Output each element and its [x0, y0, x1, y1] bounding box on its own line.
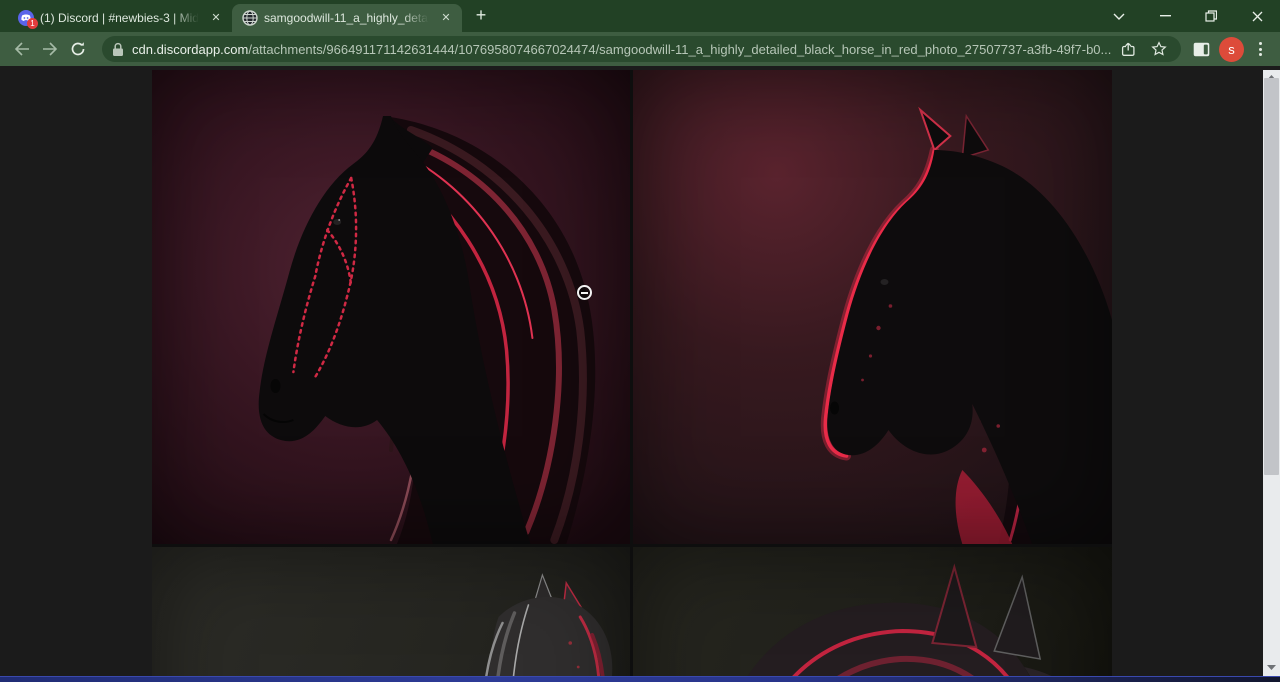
forward-button[interactable] [36, 35, 64, 63]
reload-button[interactable] [64, 35, 92, 63]
back-button[interactable] [8, 35, 36, 63]
new-tab-button[interactable]: + [468, 3, 494, 29]
browser-toolbar: cdn.discordapp.com/attachments/966491171… [0, 32, 1280, 66]
vertical-scrollbar[interactable] [1263, 70, 1280, 676]
side-panel-icon[interactable] [1187, 35, 1215, 63]
minimize-button[interactable] [1142, 0, 1188, 32]
horse-panel-bottom-right [633, 547, 1112, 676]
browser-window: 1 (1) Discord | #newbies-3 | Midjou ✕ sa… [0, 0, 1280, 682]
scroll-down-button[interactable] [1263, 660, 1280, 674]
horse-panel-top-left [152, 70, 630, 544]
scrollbar-thumb[interactable] [1264, 78, 1279, 475]
zoom-out-cursor-icon [577, 285, 592, 300]
address-bar[interactable]: cdn.discordapp.com/attachments/966491171… [102, 36, 1181, 62]
taskbar-sliver [0, 676, 1280, 682]
close-window-button[interactable] [1234, 0, 1280, 32]
tab-close-icon[interactable]: ✕ [438, 10, 454, 26]
tab-image[interactable]: samgoodwill-11_a_highly_detaile ✕ [232, 4, 462, 32]
horse-panel-top-right [633, 70, 1112, 544]
notification-badge: 1 [27, 18, 38, 29]
bookmark-star-icon[interactable] [1147, 37, 1171, 61]
tab-strip: 1 (1) Discord | #newbies-3 | Midjou ✕ sa… [0, 0, 1280, 32]
url-text: cdn.discordapp.com/attachments/966491171… [132, 42, 1111, 57]
tab-title: samgoodwill-11_a_highly_detaile [264, 11, 432, 25]
tab-title: (1) Discord | #newbies-3 | Midjou [40, 11, 202, 25]
window-controls [1096, 0, 1280, 32]
horse-panel-bottom-left [152, 547, 630, 676]
globe-favicon-icon [242, 10, 258, 26]
restore-button[interactable] [1188, 0, 1234, 32]
tab-search-chevron-icon[interactable] [1096, 0, 1142, 32]
image-grid[interactable] [152, 70, 1112, 676]
tab-discord[interactable]: 1 (1) Discord | #newbies-3 | Midjou ✕ [8, 4, 232, 32]
share-icon[interactable] [1117, 37, 1141, 61]
menu-kebab-icon[interactable] [1248, 37, 1272, 61]
tab-close-icon[interactable]: ✕ [208, 10, 224, 26]
url-path: /attachments/966491171142631444/10769580… [248, 42, 1111, 57]
page-viewport [0, 66, 1280, 676]
url-domain: cdn.discordapp.com [132, 42, 248, 57]
discord-favicon-icon: 1 [18, 10, 34, 26]
profile-avatar[interactable]: s [1219, 37, 1244, 62]
padlock-icon [112, 42, 124, 57]
